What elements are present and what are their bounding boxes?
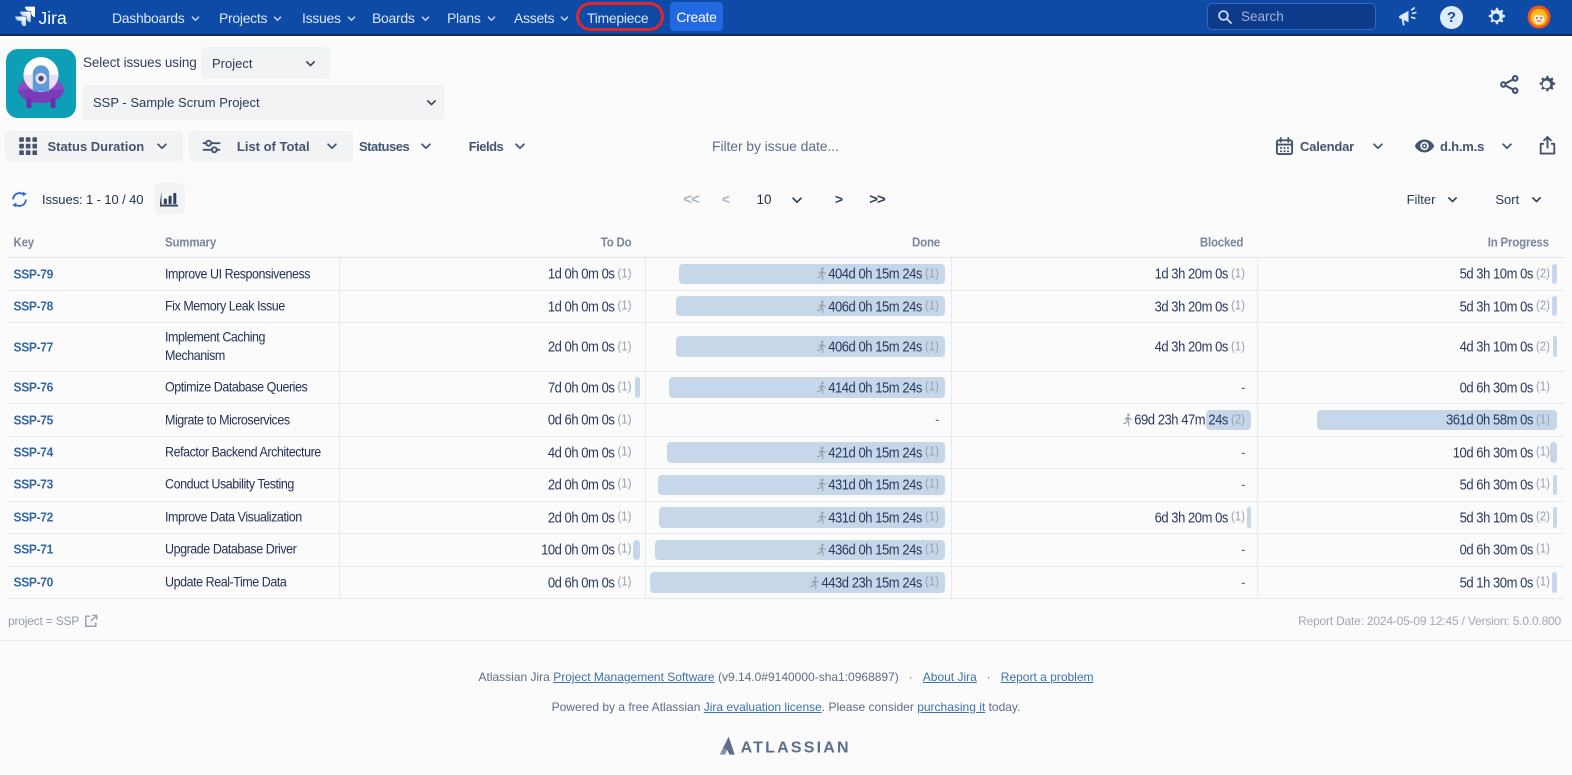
svg-text:ATLASSIAN: ATLASSIAN	[741, 740, 851, 756]
